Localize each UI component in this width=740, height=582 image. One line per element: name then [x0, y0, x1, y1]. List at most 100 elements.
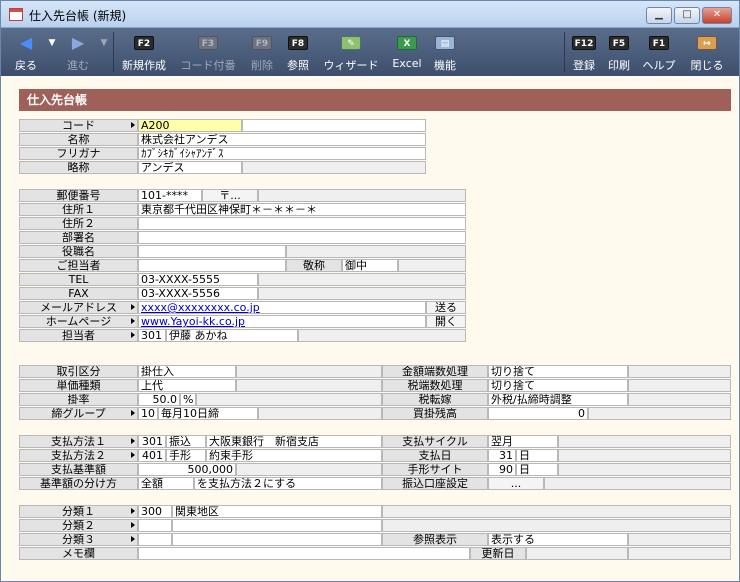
rate-input[interactable]: 50.0: [138, 393, 180, 406]
function-button[interactable]: ▤ 機能: [429, 28, 461, 76]
register-label: 登録: [573, 59, 595, 72]
name-input[interactable]: 株式会社アンデス: [138, 133, 426, 146]
excel-button[interactable]: X Excel: [387, 28, 427, 76]
f8-key-icon: F8: [288, 36, 308, 50]
tax-shift-select[interactable]: 外税/払締時調整: [488, 393, 628, 406]
minimize-icon[interactable]: ▁: [646, 7, 672, 24]
payment-method1-label: 支払方法１: [19, 435, 138, 448]
payment-day-extra: [558, 449, 731, 462]
short-name-label: 略称: [19, 161, 138, 174]
window-title: 仕入先台帳 (新規): [29, 9, 127, 23]
department-input[interactable]: [138, 231, 466, 244]
address2-label: 住所２: [19, 217, 138, 230]
maximize-icon[interactable]: □: [674, 7, 700, 24]
payment-base-input[interactable]: 500,000: [138, 463, 236, 476]
tax-shift-label: 税転嫁: [382, 393, 488, 406]
wizard-icon: ✎: [341, 36, 361, 50]
memo-input[interactable]: [138, 547, 470, 560]
zip-lookup-button[interactable]: 〒...: [202, 189, 258, 202]
close-window-button[interactable]: ↦ 閉じる: [685, 28, 729, 76]
f3-key-icon: F3: [198, 36, 218, 50]
homepage-label: ホームページ: [19, 315, 138, 328]
print-button[interactable]: F5 印刷: [604, 28, 634, 76]
close-label: 閉じる: [690, 59, 724, 72]
trade-type-select[interactable]: 掛仕入: [138, 365, 236, 378]
class1-code[interactable]: 300: [138, 505, 172, 518]
payment-day-unit: 日: [516, 449, 558, 462]
email-input[interactable]: xxxx@xxxxxxxx.co.jp: [138, 301, 426, 314]
fax-label: FAX: [19, 287, 138, 300]
reference-button[interactable]: F8 参照: [281, 28, 315, 76]
payment-method1-bank: 大阪東銀行 新宿支店: [206, 435, 382, 448]
forward-button[interactable]: ▶ 進む: [59, 28, 97, 76]
code-label-text: コード: [62, 119, 95, 132]
closing-group-label: 締グループ: [19, 407, 138, 420]
bill-site-input[interactable]: 90: [488, 463, 516, 476]
title-bar: 仕入先台帳 (新規) ▁ □ ✕: [1, 1, 739, 28]
open-homepage-button[interactable]: 開く: [426, 315, 466, 328]
code-input[interactable]: A200: [138, 119, 242, 132]
class3-label: 分類３: [19, 533, 138, 546]
payment-day-input[interactable]: 31: [488, 449, 516, 462]
code-number-button[interactable]: F3 コード付番: [175, 28, 241, 76]
kana-input[interactable]: ｶﾌﾞｼｷｶﾞｲｼｬｱﾝﾃﾞｽ: [138, 147, 426, 160]
reference-label: 参照: [287, 59, 309, 72]
wizard-button[interactable]: ✎ ウィザード: [319, 28, 383, 76]
closing-group-code[interactable]: 10: [138, 407, 158, 420]
updated-date-label: 更新日: [470, 547, 526, 560]
class2-code[interactable]: [138, 519, 172, 532]
honorific-extra: [398, 259, 466, 272]
zip-input[interactable]: 101-****: [138, 189, 202, 202]
payment-method1-code[interactable]: 301: [138, 435, 166, 448]
delete-button[interactable]: F9 削除: [245, 28, 279, 76]
tel-input[interactable]: 03-XXXX-5555: [138, 273, 258, 286]
delete-label: 削除: [251, 59, 273, 72]
payment-method1-kind: 振込: [166, 435, 206, 448]
updated-date-extra: [628, 547, 731, 560]
wizard-label: ウィザード: [323, 59, 379, 72]
class1-name: 関東地区: [172, 505, 382, 518]
honorific-input[interactable]: 御中: [342, 259, 398, 272]
payment-method2-code[interactable]: 401: [138, 449, 166, 462]
contact-person-input[interactable]: [138, 259, 286, 272]
fax-input[interactable]: 03-XXXX-5556: [138, 287, 258, 300]
back-button[interactable]: ◀ 戻る: [7, 28, 45, 76]
back-history-dropdown[interactable]: ▼: [45, 28, 59, 76]
price-type-select[interactable]: 上代: [138, 379, 236, 392]
class2-name: [172, 519, 382, 532]
contact-person-label: ご担当者: [19, 259, 138, 272]
class3-code[interactable]: [138, 533, 172, 546]
staff-code-input[interactable]: 301: [138, 329, 166, 342]
bill-site-extra: [558, 463, 731, 476]
class3-label-text: 分類３: [62, 533, 95, 546]
transfer-account-label: 振込口座設定: [382, 477, 488, 490]
closing-group-name: 毎月10日締: [158, 407, 258, 420]
tax-rounding-select[interactable]: 切り捨て: [488, 379, 628, 392]
base-split-select[interactable]: 全額: [138, 477, 194, 490]
payment-method2-label-text: 支払方法２: [51, 449, 106, 462]
back-label: 戻る: [15, 59, 37, 72]
address2-input[interactable]: [138, 217, 466, 230]
short-name-input[interactable]: アンデス: [138, 161, 242, 174]
payment-cycle-select[interactable]: 翌月: [488, 435, 558, 448]
closing-group-label-text: 締グループ: [51, 407, 106, 420]
payment-base-label: 支払基準額: [19, 463, 138, 476]
reference-display-extra: [628, 533, 731, 546]
send-email-button[interactable]: 送る: [426, 301, 466, 314]
job-title-input[interactable]: [138, 245, 286, 258]
email-label-text: メールアドレス: [40, 301, 117, 314]
reference-display-select[interactable]: 表示する: [488, 533, 628, 546]
forward-history-dropdown[interactable]: ▼: [97, 28, 111, 76]
forward-arrow-icon: ▶: [71, 33, 85, 52]
payment-cycle-extra: [558, 435, 731, 448]
transfer-account-button[interactable]: ...: [488, 477, 544, 490]
amount-rounding-select[interactable]: 切り捨て: [488, 365, 628, 378]
amount-rounding-label: 金額端数処理: [382, 365, 488, 378]
new-button[interactable]: F2 新規作成: [117, 28, 171, 76]
homepage-input[interactable]: www.Yayoi-kk.co.jp: [138, 315, 426, 328]
help-button[interactable]: F1 ヘルプ: [639, 28, 679, 76]
close-icon[interactable]: ✕: [702, 7, 732, 24]
address1-input[interactable]: 東京都千代田区神保町＊－＊＊－＊: [138, 203, 466, 216]
register-button[interactable]: F12 登録: [568, 28, 600, 76]
fax-extra: [258, 287, 466, 300]
